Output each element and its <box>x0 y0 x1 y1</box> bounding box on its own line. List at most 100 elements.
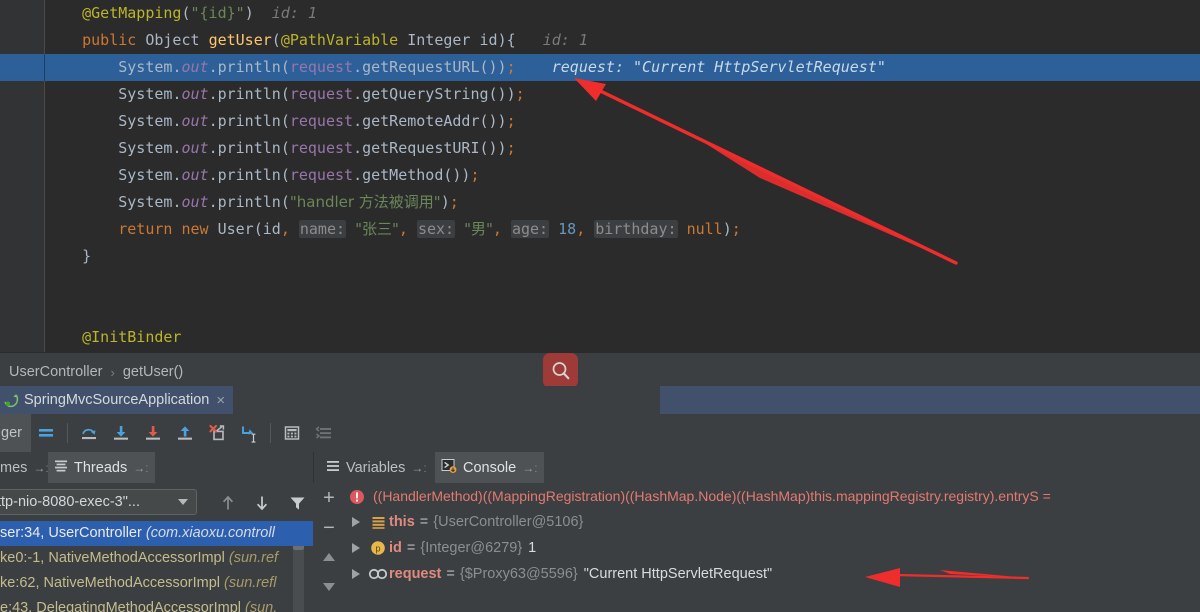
code-token: . <box>208 166 218 184</box>
code-token: "男" <box>464 220 493 238</box>
code-token: System <box>118 139 173 157</box>
code-token: ; <box>449 193 459 211</box>
pin-icon-threads[interactable]: →ː <box>133 461 148 475</box>
drop-frame-icon[interactable] <box>201 414 233 452</box>
evaluate-expression-icon[interactable] <box>276 414 308 452</box>
code-line[interactable]: public Object getUser(@PathVariable Inte… <box>0 27 1200 54</box>
show-execution-point-icon[interactable] <box>30 414 62 452</box>
expand-caret-icon[interactable] <box>345 543 367 553</box>
code-line-text: System.out.println(request.getRequestURL… <box>46 58 886 76</box>
frame-row-package: (sun.refl <box>224 575 277 591</box>
code-token: "张三" <box>355 220 399 238</box>
watches-toolbar[interactable]: + − <box>313 483 345 612</box>
frame-row[interactable]: ke:62, NativeMethodAccessorImpl (sun.ref… <box>0 571 313 596</box>
spring-boot-icon <box>4 393 19 408</box>
code-line[interactable]: System.out.println(request.getQueryStrin… <box>0 81 1200 108</box>
run-to-cursor-icon[interactable] <box>233 414 265 452</box>
frames-panel[interactable]: ttp-nio-8080-exec-3"... ser:34, UserCont… <box>0 483 313 612</box>
code-token: ( <box>280 58 290 76</box>
variables-panel[interactable]: ((HandlerMethod)((MappingRegistration)((… <box>345 483 1200 612</box>
breadcrumb-method[interactable]: getUser() <box>120 364 186 380</box>
step-into-icon[interactable] <box>105 414 137 452</box>
tool-tabs-divider <box>313 452 314 483</box>
breadcrumb-class[interactable]: UserController <box>6 364 105 380</box>
run-tab-strip: SpringMvcSourceApplication × <box>0 386 1200 414</box>
tab-threads[interactable]: Threads →ː <box>48 452 155 483</box>
code-line[interactable] <box>0 270 1200 297</box>
code-line[interactable]: } <box>0 243 1200 270</box>
step-over-icon[interactable] <box>73 414 105 452</box>
close-icon[interactable]: × <box>216 392 225 409</box>
code-token: public <box>82 31 137 49</box>
code-token: ; <box>470 166 480 184</box>
code-line[interactable]: System.out.println(request.getRemoteAddr… <box>0 108 1200 135</box>
code-line[interactable]: @InitBinder <box>0 324 1200 351</box>
thread-selector[interactable]: ttp-nio-8080-exec-3"... <box>0 489 197 515</box>
code-lines[interactable]: @GetMapping("{id}") id: 1 public Object … <box>0 0 1200 352</box>
code-line[interactable]: System.out.println(request.getRequestURL… <box>0 54 1200 81</box>
code-token: out <box>181 139 209 157</box>
filter-icon[interactable] <box>285 491 309 515</box>
pin-icon-variables[interactable]: →ː <box>411 461 426 475</box>
force-step-into-icon[interactable] <box>137 414 169 452</box>
code-token: @GetMapping <box>82 4 182 22</box>
down-triangle-icon[interactable] <box>313 575 345 599</box>
code-line[interactable]: System.out.println(request.getMethod()); <box>0 162 1200 189</box>
up-triangle-icon[interactable] <box>313 545 345 569</box>
tab-console[interactable]: Console →ː <box>435 452 544 483</box>
frames-down-icon[interactable] <box>250 491 274 515</box>
variable-row[interactable]: this = {UserController@5106} <box>345 509 1200 535</box>
variable-rows[interactable]: this = {UserController@5106} p id = {Integer@6… <box>345 509 1200 587</box>
variables-error-row[interactable]: ((HandlerMethod)((MappingRegistration)((… <box>345 483 1200 509</box>
code-line-text: public Object getUser(@PathVariable Inte… <box>46 31 588 49</box>
chevron-down-icon[interactable] <box>178 499 188 505</box>
code-token: . <box>353 112 363 130</box>
code-line-text: return new User(id, name: "张三", sex: "男"… <box>46 220 741 238</box>
tab-variables-label: Variables <box>346 459 406 476</box>
code-token: System <box>118 193 173 211</box>
code-token: ; <box>506 112 516 130</box>
frame-row[interactable]: ke0:-1, NativeMethodAccessorImpl (sun.re… <box>0 546 313 571</box>
trace-current-stream-icon[interactable] <box>308 414 340 452</box>
tab-frames[interactable]: mes →ː <box>0 452 55 483</box>
code-line[interactable]: System.out.println("handler 方法被调用"); <box>0 189 1200 216</box>
run-tab-spring-app[interactable]: SpringMvcSourceApplication × <box>0 386 234 414</box>
frames-up-icon[interactable] <box>216 491 240 515</box>
code-line[interactable]: @GetMapping("{id}") id: 1 <box>0 0 1200 27</box>
frame-row-method: ser:34, UserController <box>0 525 146 541</box>
variable-row[interactable]: p id = {Integer@6279} 1 <box>345 535 1200 561</box>
code-token: "{id}" <box>190 4 245 22</box>
pin-icon[interactable]: →ː <box>33 461 48 475</box>
code-line[interactable] <box>0 297 1200 324</box>
variable-value: 1 <box>528 540 537 556</box>
debugger-tab-label[interactable]: ger <box>0 414 31 452</box>
add-watch-button[interactable]: + <box>313 485 345 511</box>
code-line[interactable]: return new User(id, name: "张三", sex: "男"… <box>0 216 1200 243</box>
frame-row[interactable]: e:43, DelegatingMethodAccessorImpl (sun. <box>0 596 313 612</box>
expand-caret-icon[interactable] <box>345 569 367 579</box>
pin-icon-console[interactable]: →ː <box>522 461 537 475</box>
tab-variables[interactable]: Variables →ː <box>320 452 433 483</box>
code-token: out <box>181 85 209 103</box>
step-out-icon[interactable] <box>169 414 201 452</box>
run-tab-strip-filler <box>660 386 1200 414</box>
code-editor[interactable]: @GetMapping("{id}") id: 1 public Object … <box>0 0 1200 352</box>
expand-caret-icon[interactable] <box>345 517 367 527</box>
code-line[interactable]: System.out.println(request.getRequestURI… <box>0 135 1200 162</box>
code-token: request <box>289 58 354 76</box>
frame-list[interactable]: ser:34, UserController (com.xiaoxu.contr… <box>0 521 313 612</box>
code-token: "handler 方法被调用" <box>289 193 441 211</box>
code-line-text: } <box>46 247 91 265</box>
code-token: System <box>118 166 173 184</box>
code-token: birthday: <box>594 220 678 238</box>
search-icon[interactable] <box>543 353 578 388</box>
debug-toolbar[interactable]: ger <box>0 414 1200 453</box>
toolbar-divider <box>67 423 68 443</box>
variable-row[interactable]: request = {$Proxy63@5596} "Current HttpServ… <box>345 561 1200 587</box>
code-token: System <box>118 112 173 130</box>
remove-watch-button[interactable]: − <box>313 515 345 541</box>
frame-row[interactable]: ser:34, UserController (com.xiaoxu.contr… <box>0 521 313 546</box>
